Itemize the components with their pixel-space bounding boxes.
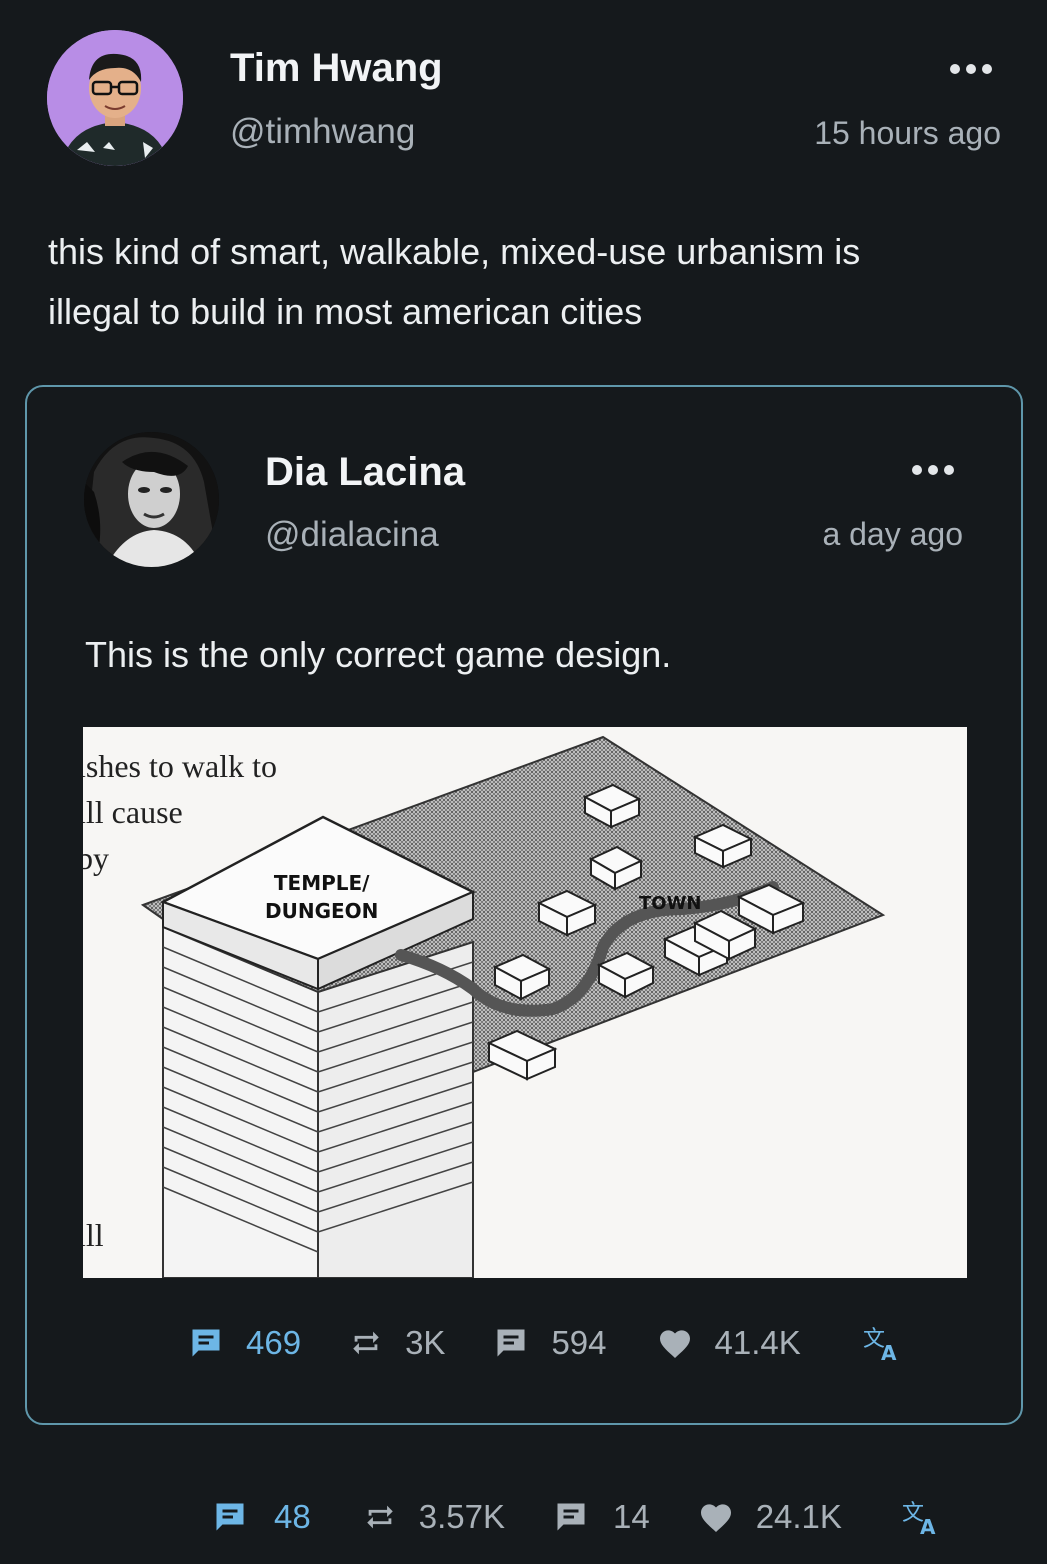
quote-icon (497, 1329, 525, 1357)
translate-icon: 文 A (902, 1501, 936, 1536)
quoted-stats-bar: 469 3K 594 41.4K 文 A (188, 1324, 901, 1362)
temple-dungeon-label: TEMPLE/ DUNGEON (265, 869, 378, 925)
quoted-repost-count: 3K (405, 1324, 446, 1361)
quoted-quotes-button[interactable]: 594 (493, 1324, 607, 1362)
post-text-line: this kind of smart, walkable, mixed-use … (48, 231, 861, 272)
quoted-translate-button[interactable]: 文 A (861, 1324, 901, 1362)
post-stats-bar: 48 3.57K 14 24.1K 文 A (212, 1498, 940, 1536)
repost-icon (353, 1331, 379, 1355)
like-button[interactable]: 24.1K (698, 1498, 842, 1536)
quoted-timestamp[interactable]: a day ago (822, 516, 963, 553)
quoted-author-handle[interactable]: @dialacina (265, 515, 439, 555)
quoted-author-name[interactable]: Dia Lacina (265, 450, 465, 495)
quoted-post-text: This is the only correct game design. (85, 634, 672, 675)
repost-icon (366, 1505, 393, 1529)
quoted-repost-button[interactable]: 3K (349, 1324, 445, 1362)
author-avatar[interactable] (47, 30, 183, 166)
map-illustration (140, 735, 886, 1278)
repost-count: 3.57K (418, 1498, 505, 1535)
quoted-author-avatar[interactable] (84, 432, 219, 567)
quoted-like-button[interactable]: 41.4K (657, 1324, 801, 1362)
quote-icon (557, 1503, 585, 1531)
quotes-count: 14 (612, 1498, 650, 1535)
quoted-more-options-icon[interactable] (912, 465, 954, 475)
translate-button[interactable]: 文 A (900, 1498, 940, 1536)
quoted-quotes-count: 594 (551, 1324, 607, 1361)
comments-button[interactable]: 48 (212, 1498, 311, 1536)
like-count: 24.1K (755, 1498, 842, 1535)
heart-icon (659, 1330, 690, 1358)
quoted-comments-count: 469 (246, 1324, 302, 1361)
post-text-line: illegal to build in most american cities (48, 291, 643, 332)
author-handle[interactable]: @timhwang (230, 112, 415, 152)
repost-button[interactable]: 3.57K (363, 1498, 505, 1536)
label-line: DUNGEON (265, 899, 379, 923)
post-timestamp[interactable]: 15 hours ago (814, 115, 1001, 152)
avatar-illustration (47, 30, 183, 166)
quoted-like-count: 41.4K (714, 1324, 801, 1361)
town-label: TOWN (639, 893, 702, 914)
comment-icon (216, 1503, 244, 1531)
comment-icon (192, 1329, 220, 1357)
translate-icon: 文 A (863, 1327, 897, 1362)
heart-icon (700, 1504, 731, 1532)
comments-count: 48 (274, 1498, 311, 1535)
quoted-post-image[interactable]: ishes to walk to ill cause by ill (83, 727, 967, 1278)
avatar-photo (84, 432, 219, 567)
post-text: this kind of smart, walkable, mixed-use … (48, 222, 860, 342)
more-options-icon[interactable] (950, 64, 992, 74)
author-name[interactable]: Tim Hwang (230, 46, 443, 91)
svg-text:A: A (920, 1515, 936, 1536)
label-line: TEMPLE/ (273, 871, 370, 895)
svg-text:A: A (881, 1341, 897, 1362)
quotes-button[interactable]: 14 (553, 1498, 650, 1536)
quoted-comments-button[interactable]: 469 (188, 1324, 301, 1362)
